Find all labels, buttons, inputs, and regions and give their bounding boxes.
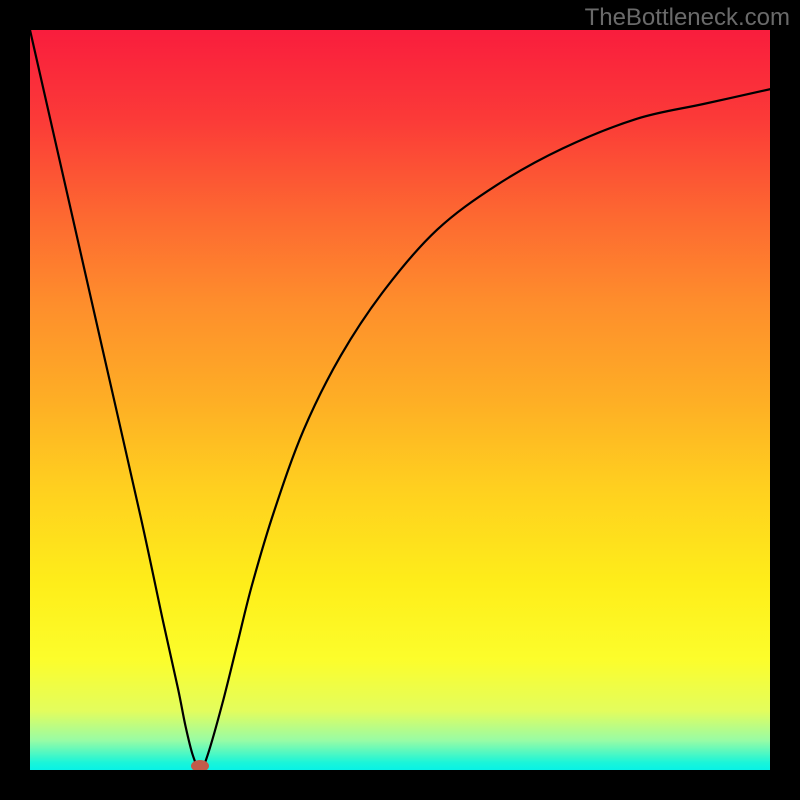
chart-container: TheBottleneck.com [0,0,800,800]
minimum-marker [191,760,209,770]
curve-svg [30,30,770,770]
watermark-text: TheBottleneck.com [585,4,790,32]
bottleneck-curve [30,30,770,770]
plot-area [30,30,770,770]
